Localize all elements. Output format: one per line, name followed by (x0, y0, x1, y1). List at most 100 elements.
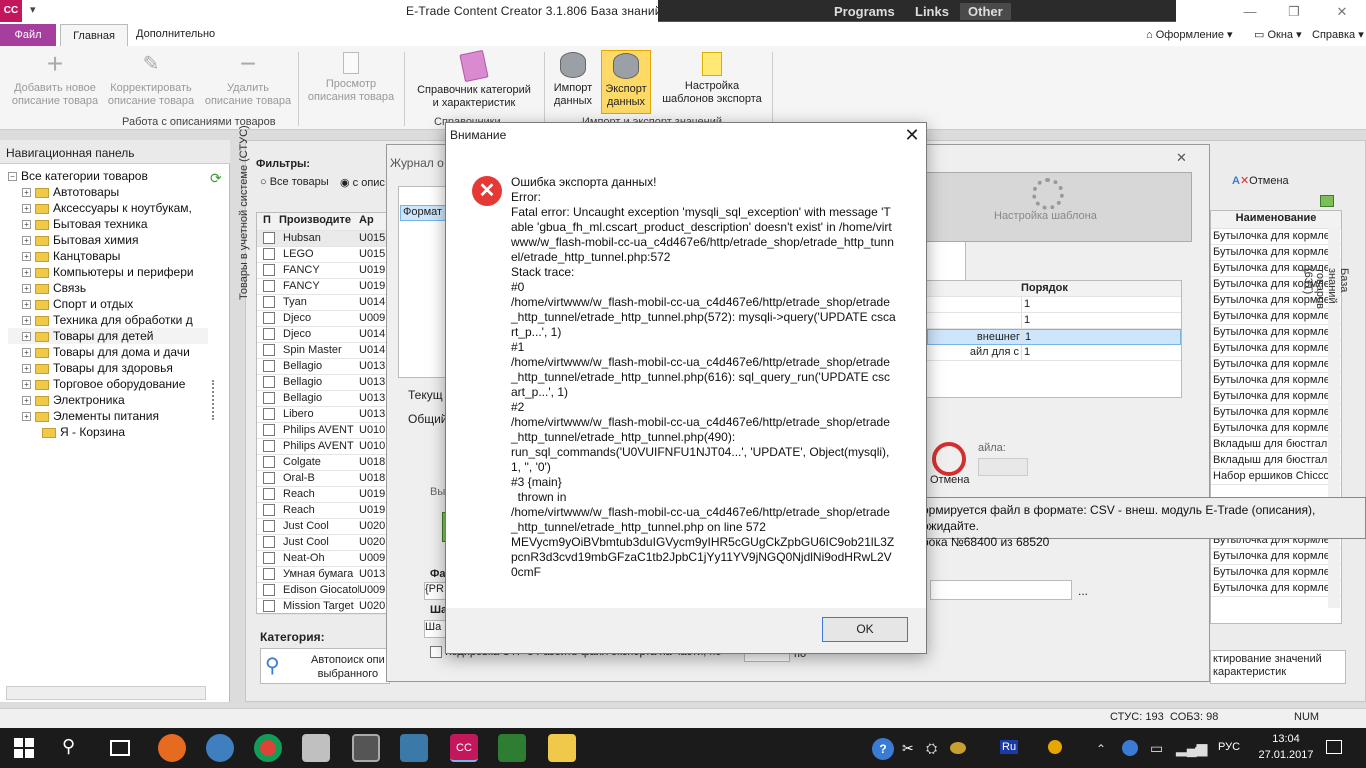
expand-icon[interactable]: + (22, 252, 31, 262)
table-row[interactable]: Бутылочка для кормле (1211, 373, 1341, 389)
table-row[interactable]: Bellagio U013 (257, 359, 387, 375)
table-row[interactable]: Tyan U014 (257, 295, 387, 311)
order-row[interactable]: 1 (927, 297, 1181, 313)
export-data-button[interactable]: Экспорт данных (601, 50, 651, 114)
table-row[interactable]: Бутылочка для кормле (1211, 325, 1341, 341)
notifications-icon[interactable] (1326, 740, 1342, 754)
tree-item[interactable]: + Элементы питания (8, 408, 208, 424)
app-window-icon[interactable] (400, 734, 428, 762)
row-checkbox[interactable] (263, 520, 275, 533)
menu-help[interactable]: Справка ▾ (1312, 28, 1364, 41)
table-row[interactable]: Libero U013 (257, 407, 387, 423)
export-templates-button[interactable]: Настройка шаблонов экспорта (654, 52, 770, 106)
table-row[interactable]: Djeco U009 (257, 311, 387, 327)
order-header[interactable]: Порядок (927, 281, 1181, 297)
table-row[interactable]: Philips AVENT U010 (257, 439, 387, 455)
tray-icon[interactable]: ✂ (902, 740, 914, 757)
expand-icon[interactable]: + (22, 300, 31, 310)
expand-icon[interactable]: + (22, 380, 31, 390)
tree-item[interactable]: + Товары для дома и дачи (8, 344, 208, 360)
row-checkbox[interactable] (263, 376, 275, 389)
search-icon[interactable]: ⚲ (62, 736, 75, 757)
file-explorer-icon[interactable] (548, 734, 576, 762)
chrome-icon[interactable] (254, 734, 282, 762)
edit-description-button[interactable]: ✎ Корректировать описание товара (104, 52, 198, 108)
expand-icon[interactable]: + (22, 332, 31, 342)
table-row[interactable]: LEGO U015 (257, 247, 387, 263)
tree-item[interactable]: + Спорт и отдых (8, 296, 208, 312)
cancel-big-label[interactable]: Отмена (930, 474, 969, 486)
col-art[interactable]: Ар (359, 214, 374, 226)
row-checkbox[interactable] (263, 584, 275, 597)
col-maker[interactable]: Производите (279, 213, 359, 228)
table-row[interactable]: FANCY U019 (257, 279, 387, 295)
pli-icon[interactable] (498, 734, 526, 762)
row-checkbox[interactable] (263, 344, 275, 357)
nav-horizontal-scrollbar[interactable] (6, 686, 206, 700)
mail-client-icon[interactable] (206, 734, 234, 762)
table-row[interactable]: Бутылочка для кормле (1211, 309, 1341, 325)
expand-icon[interactable]: + (22, 204, 31, 214)
expand-icon[interactable]: + (22, 364, 31, 374)
tab-file[interactable]: Файл (0, 24, 56, 46)
expand-icon[interactable]: + (22, 284, 31, 294)
filter-with-radio[interactable]: ◉ с опис (340, 176, 385, 189)
order-row[interactable]: внешнег 1 (927, 329, 1181, 345)
tree-item[interactable]: + Автотовары (8, 184, 208, 200)
tree-item[interactable]: + Бытовая химия (8, 232, 208, 248)
table-row[interactable]: Oral-B U018 (257, 471, 387, 487)
table-row[interactable]: Бутылочка для кормле (1211, 565, 1341, 581)
tree-item[interactable]: + Товары для детей (8, 328, 208, 344)
row-checkbox[interactable] (263, 440, 275, 453)
row-checkbox[interactable] (263, 264, 275, 277)
row-checkbox[interactable] (263, 488, 275, 501)
table-row[interactable]: Djeco U014 (257, 327, 387, 343)
table-row[interactable]: Colgate U018 (257, 455, 387, 471)
row-checkbox[interactable] (263, 568, 275, 581)
expand-icon[interactable]: + (22, 348, 31, 358)
table-row[interactable]: Bellagio U013 (257, 391, 387, 407)
row-checkbox[interactable] (263, 280, 275, 293)
tab-main[interactable]: Главная (60, 24, 128, 47)
expand-icon[interactable]: + (22, 188, 31, 198)
table-row[interactable]: Reach U019 (257, 503, 387, 519)
ok-button[interactable]: OK (822, 617, 908, 642)
keyboard-language[interactable]: РУС (1218, 741, 1240, 753)
table-row[interactable]: Edison GiocatollU009 (257, 583, 387, 599)
tray-icon[interactable] (1122, 740, 1138, 756)
quick-access-dropdown-icon[interactable]: ▾ (30, 3, 36, 16)
tray-icon[interactable]: ▭ (1150, 740, 1163, 757)
minimize-button[interactable]: — (1230, 2, 1270, 22)
expand-icon[interactable]: + (22, 412, 31, 422)
windows-start-icon[interactable] (14, 738, 34, 758)
tree-root[interactable]: − Все категории товаров (8, 168, 208, 184)
close-window-button[interactable]: ✕ (1322, 2, 1362, 22)
calculator-icon[interactable] (352, 734, 380, 762)
etrade-cc-icon[interactable]: CC (450, 734, 478, 762)
table-row[interactable]: Вкладыш для бюстгал (1211, 437, 1341, 453)
tree-item-trash[interactable]: Я - Корзина (42, 424, 125, 440)
table-row[interactable]: Бутылочка для кормле (1211, 389, 1341, 405)
table-row[interactable]: Бутылочка для кормле (1211, 581, 1341, 597)
table-row[interactable]: Вкладыш для бюстгал (1211, 453, 1341, 469)
table-row[interactable]: Reach U019 (257, 487, 387, 503)
clock-date[interactable]: 27.01.2017 (1254, 749, 1318, 761)
order-row[interactable]: айл для с1 (927, 345, 1181, 361)
row-checkbox[interactable] (263, 296, 275, 309)
tray-icon[interactable] (1048, 740, 1062, 754)
tree-item[interactable]: + Электроника (8, 392, 208, 408)
overlay-programs[interactable]: Programs (834, 4, 895, 19)
tree-item[interactable]: + Товары для здоровья (8, 360, 208, 376)
table-row[interactable]: Бутылочка для кормле (1211, 229, 1341, 245)
table-row[interactable]: Just Cool U020 (257, 535, 387, 551)
table-row[interactable]: Spin Master U014 (257, 343, 387, 359)
import-data-button[interactable]: Импорт данных (548, 52, 598, 108)
task-view-icon[interactable] (110, 740, 130, 756)
refresh-icon[interactable]: ⟳ (210, 170, 226, 186)
tree-item[interactable]: + Компьютеры и перифери (8, 264, 208, 280)
table-row[interactable]: Бутылочка для кормле (1211, 421, 1341, 437)
col-p[interactable]: П (257, 213, 279, 228)
row-checkbox[interactable] (263, 456, 275, 469)
table-row[interactable]: Bellagio U013 (257, 375, 387, 391)
table-row[interactable]: Philips AVENT U010 (257, 423, 387, 439)
